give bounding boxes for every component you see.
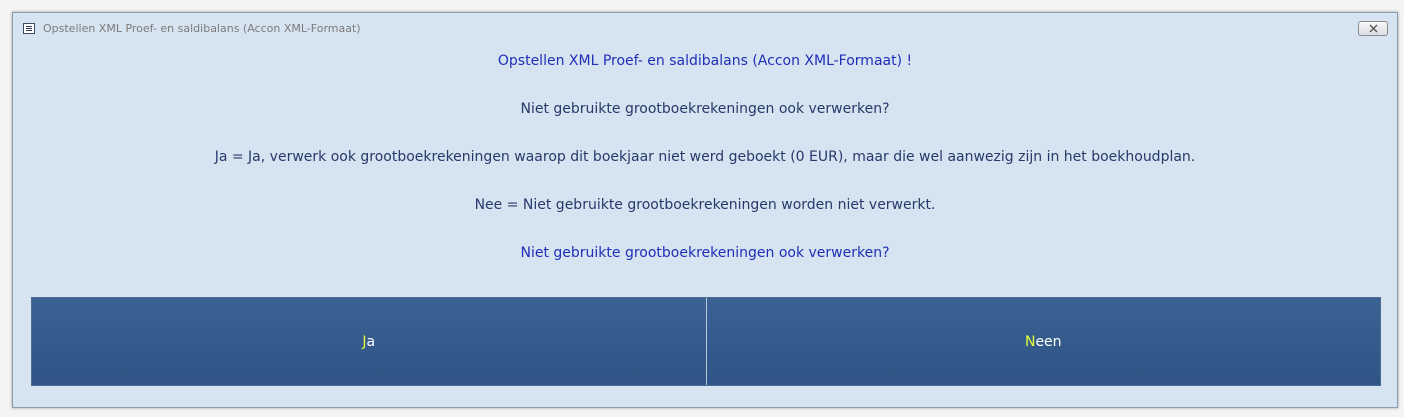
dialog-question: Niet gebruikte grootboekrekeningen ook v…	[520, 101, 890, 117]
button-row: Ja Neen	[31, 297, 1381, 386]
dialog-window: Opstellen XML Proef- en saldibalans (Acc…	[12, 12, 1398, 408]
dialog-question-repeat: Niet gebruikte grootboekrekeningen ook v…	[520, 245, 890, 261]
no-button[interactable]: Neen	[705, 298, 1380, 385]
dialog-heading: Opstellen XML Proef- en saldibalans (Acc…	[497, 53, 913, 69]
yes-explanation: Ja = Ja, verwerk ook grootboekrekeningen…	[214, 149, 1196, 165]
no-hotkey: N	[1024, 333, 1036, 350]
yes-button[interactable]: Ja	[32, 298, 706, 385]
close-button[interactable]	[1358, 21, 1388, 36]
yes-label-rest: a	[366, 333, 376, 350]
title-bar[interactable]: Opstellen XML Proef- en saldibalans (Acc…	[13, 13, 1397, 47]
window-title: Opstellen XML Proef- en saldibalans (Acc…	[43, 22, 361, 35]
app-menu-icon[interactable]	[23, 23, 35, 34]
no-label-rest: een	[1035, 333, 1062, 350]
close-icon	[1369, 24, 1377, 33]
no-explanation: Nee = Niet gebruikte grootboekrekeningen…	[474, 197, 936, 213]
